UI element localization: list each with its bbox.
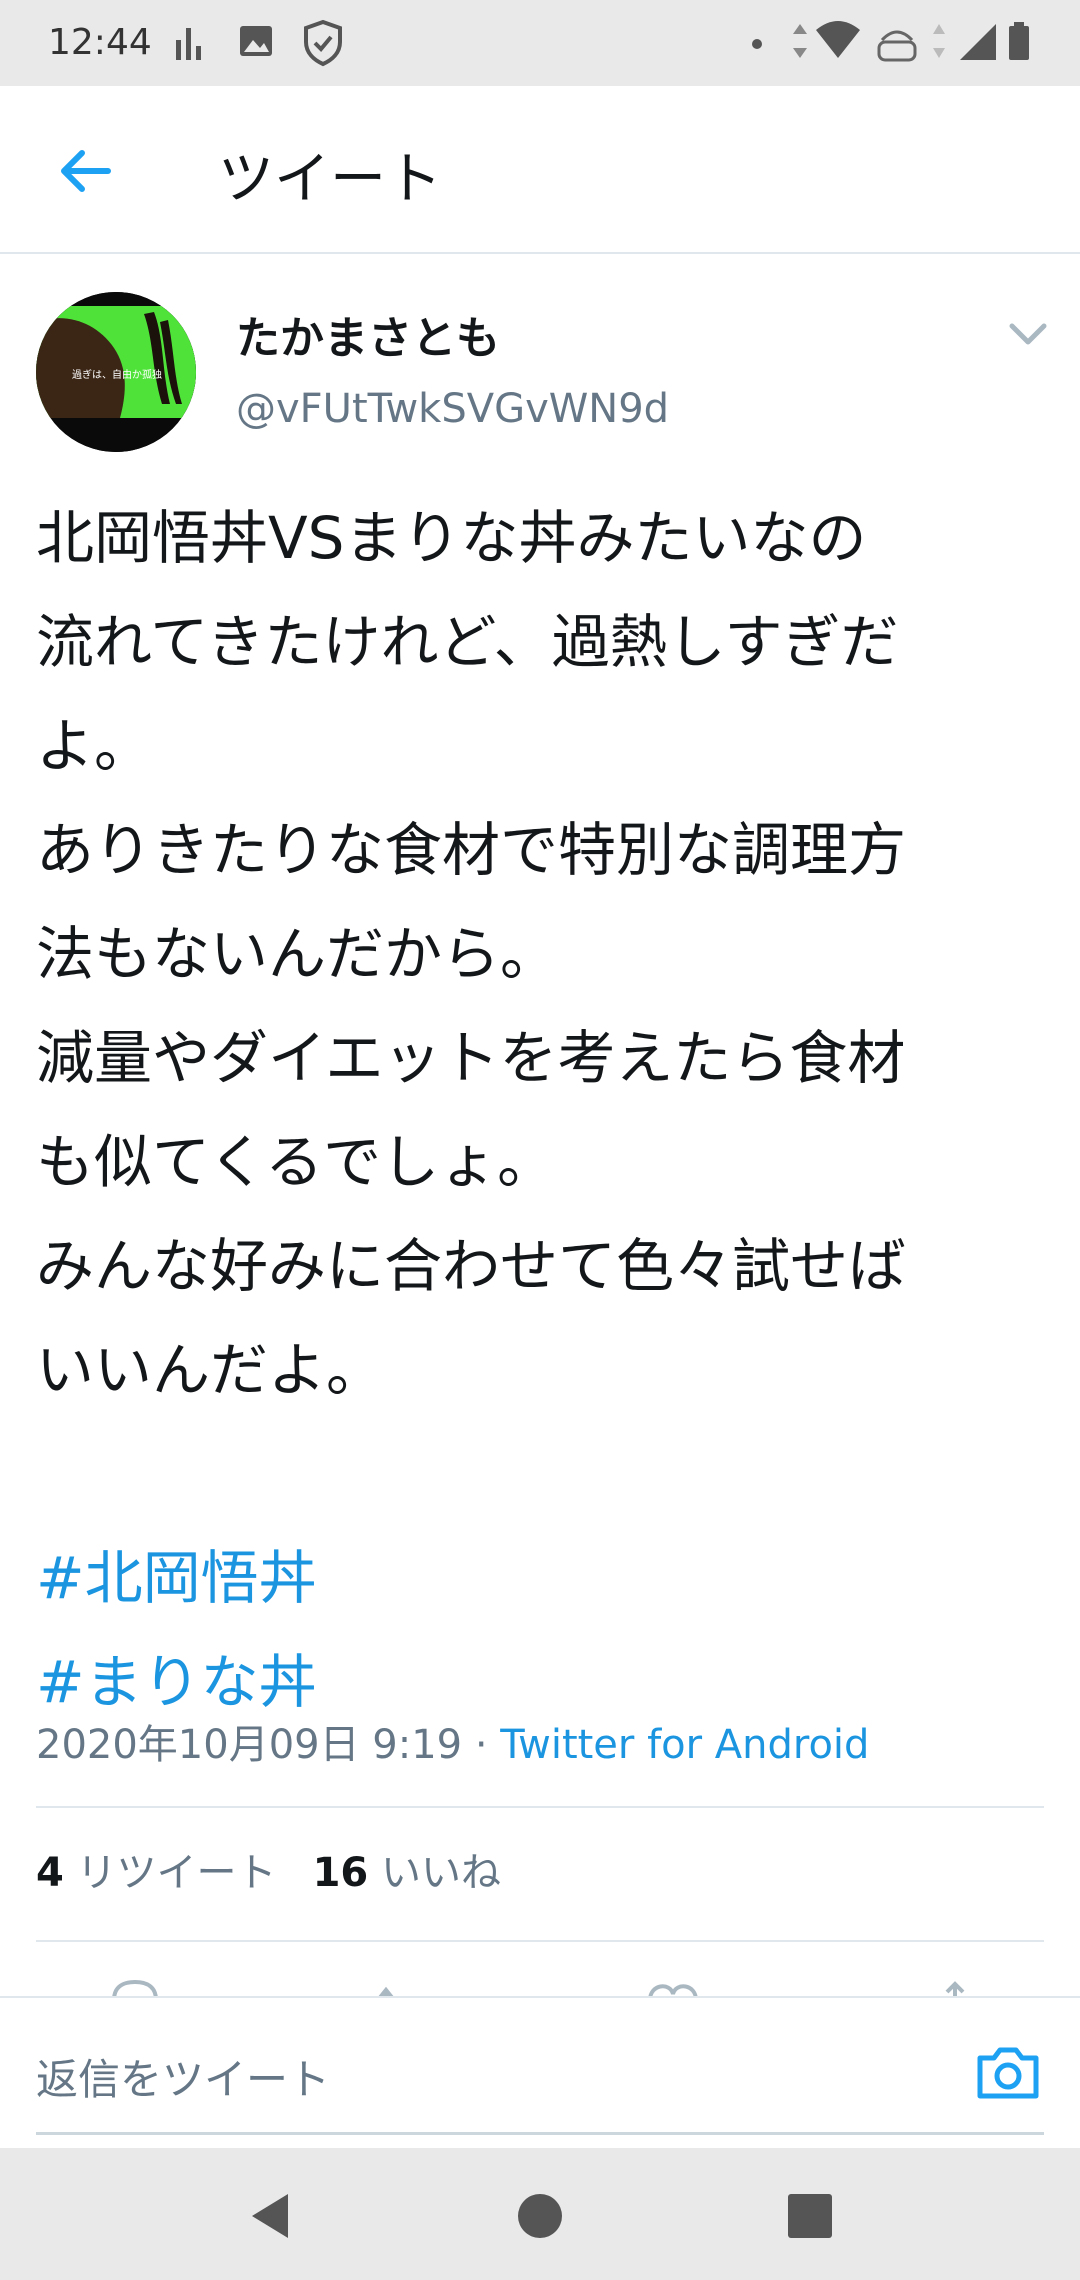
nav-recents-button[interactable] xyxy=(780,2188,840,2244)
notification-dot-icon xyxy=(752,39,762,49)
tweet-text-line: いいんだよ。 xyxy=(36,1336,385,1404)
like-label: いいね xyxy=(380,1850,501,1896)
divider xyxy=(36,1940,1044,1942)
avatar[interactable]: 過ぎは、自由か孤独 xyxy=(36,292,196,452)
retweet-label: リツイート xyxy=(76,1850,277,1896)
like-count: 16 xyxy=(312,1850,369,1896)
data-arrows-icon xyxy=(793,24,807,58)
image-icon xyxy=(240,26,272,56)
nav-home-icon xyxy=(518,2194,562,2238)
hashtag-link[interactable]: #北岡悟丼 xyxy=(36,1526,1046,1630)
camera-icon[interactable] xyxy=(974,2042,1042,2102)
engagement-stats: 4 リツイート 16 いいね xyxy=(36,1840,501,1898)
tweet-text-line: みんな好みに合わせて色々試せば xyxy=(36,1232,907,1300)
tweet-text-line: 北岡悟丼VSまりな丼みたいなの xyxy=(36,504,867,572)
reply-underline xyxy=(36,2132,1044,2135)
tweet-text-line: 流れてきたけれど、過熱しすぎだ xyxy=(36,608,899,676)
volte-badge-icon xyxy=(877,30,917,62)
chevron-down-icon[interactable] xyxy=(1006,316,1050,352)
wifi-icon xyxy=(816,21,860,58)
tweet-meta: 2020年10月09日 9:19 · Twitter for Android xyxy=(36,1712,869,1770)
signal-stats-icon xyxy=(176,28,201,60)
avatar-image: 過ぎは、自由か孤独 xyxy=(36,292,196,452)
shield-check-icon xyxy=(304,19,342,67)
meta-separator: · xyxy=(462,1722,501,1768)
volte-icon xyxy=(876,18,918,64)
retweets-stat[interactable]: 4 リツイート xyxy=(36,1850,277,1896)
nav-home-button[interactable] xyxy=(510,2188,570,2244)
user-handle[interactable]: @vFUtTwkSVGvWN9d xyxy=(236,386,669,432)
timestamp: 2020年10月09日 9:19 xyxy=(36,1722,463,1768)
mobile-data-arrows-icon xyxy=(933,24,945,58)
tweet-text-line: よ。 xyxy=(36,712,153,780)
nav-back-icon xyxy=(252,2194,288,2238)
system-nav-bar xyxy=(0,2148,1080,2280)
cell-signal-icon xyxy=(960,24,996,60)
back-button[interactable] xyxy=(48,138,120,204)
reply-bar: 返信をツイート xyxy=(0,1996,1080,2148)
reply-input[interactable]: 返信をツイート xyxy=(36,2046,330,2107)
status-bar: 12:44 xyxy=(0,0,1080,86)
tweet-text-line: 法もないんだから。 xyxy=(36,920,559,988)
tweet-detail: 過ぎは、自由か孤独 たかまさとも @vFUtTwkSVGvWN9d 北岡悟丼VS… xyxy=(0,256,1080,2000)
retweet-count: 4 xyxy=(36,1850,64,1896)
page-title: ツイート xyxy=(218,147,442,212)
likes-stat[interactable]: 16 いいね xyxy=(313,1850,501,1896)
nav-recents-icon xyxy=(788,2194,832,2238)
battery-icon xyxy=(1009,22,1029,60)
tweet-text-line: 減量やダイエットを考えたら食材 xyxy=(36,1024,906,1092)
tweet-text: 北岡悟丼VSまりな丼みたいなの 流れてきたけれど、過熱しすぎだ よ。 ありきたり… xyxy=(36,486,1046,1734)
status-time: 12:44 xyxy=(48,22,152,63)
tweet-text-line: も似てくるでしょ。 xyxy=(36,1128,556,1196)
app-header: ツイート xyxy=(0,86,1080,254)
source-link[interactable]: Twitter for Android xyxy=(500,1722,869,1768)
nav-back-button[interactable] xyxy=(240,2188,300,2244)
back-arrow-icon xyxy=(61,150,111,192)
divider xyxy=(36,1806,1044,1808)
display-name[interactable]: たかまさとも xyxy=(236,302,500,366)
avatar-caption: 過ぎは、自由か孤独 xyxy=(72,368,162,381)
tweet-text-line: ありきたりな食材で特別な調理方 xyxy=(36,816,907,884)
